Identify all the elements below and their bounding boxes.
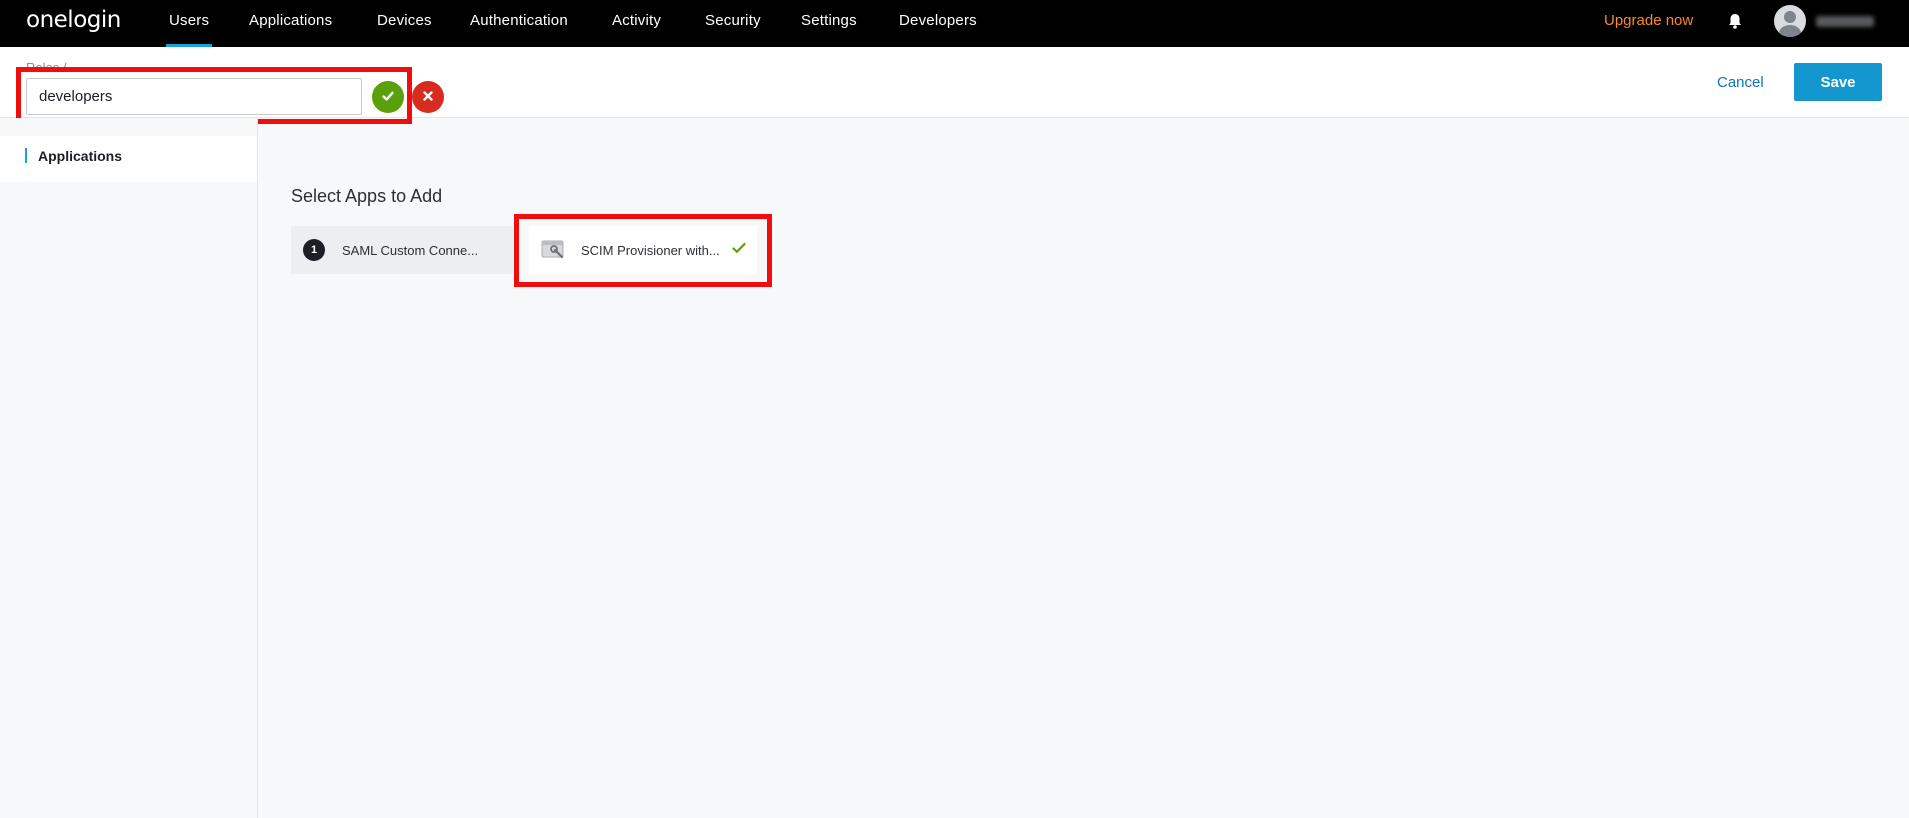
nav-authentication[interactable]: Authentication (470, 0, 568, 47)
nav-users[interactable]: Users (165, 0, 213, 47)
check-icon (732, 241, 746, 259)
nav-security[interactable]: Security (705, 0, 761, 47)
nav-applications[interactable]: Applications (249, 0, 332, 47)
sidebar: Applications (0, 118, 258, 818)
role-edit-header: Roles / Cancel Save (0, 47, 1909, 118)
onelogin-logo[interactable]: onelogin (26, 7, 121, 33)
role-name-input[interactable] (26, 78, 362, 115)
nav-activity[interactable]: Activity (612, 0, 661, 47)
save-button[interactable]: Save (1794, 63, 1882, 101)
nav-devices[interactable]: Devices (377, 0, 432, 47)
active-indicator (25, 148, 27, 163)
breadcrumb[interactable]: Roles / (26, 60, 66, 75)
app-tile-saml-custom-connector[interactable]: 1 SAML Custom Conne... (291, 226, 513, 274)
sidebar-item-label: Applications (38, 148, 123, 164)
bell-icon[interactable] (1726, 12, 1744, 30)
app-tile-label: SAML Custom Conne... (342, 242, 479, 258)
upgrade-now-link[interactable]: Upgrade now (1604, 0, 1693, 42)
app-tile-scim-provisioner[interactable]: SCIM Provisioner with... (529, 226, 757, 274)
nav-settings[interactable]: Settings (801, 0, 857, 47)
cancel-name-button[interactable] (412, 81, 444, 113)
sidebar-item-applications[interactable]: Applications (0, 136, 257, 182)
cancel-button[interactable]: Cancel (1717, 74, 1764, 91)
top-navigation-bar: onelogin Users Applications Devices Auth… (0, 0, 1909, 47)
step-number-badge: 1 (303, 239, 325, 261)
section-title: Select Apps to Add (291, 186, 443, 206)
close-icon (422, 90, 434, 105)
user-avatar-icon[interactable] (1774, 5, 1806, 37)
nav-developers[interactable]: Developers (899, 0, 977, 47)
app-wrench-icon (541, 239, 567, 261)
check-icon (381, 89, 395, 106)
confirm-name-button[interactable] (372, 81, 404, 113)
app-tile-label: SCIM Provisioner with... (581, 242, 720, 258)
username-redacted[interactable] (1816, 16, 1874, 27)
